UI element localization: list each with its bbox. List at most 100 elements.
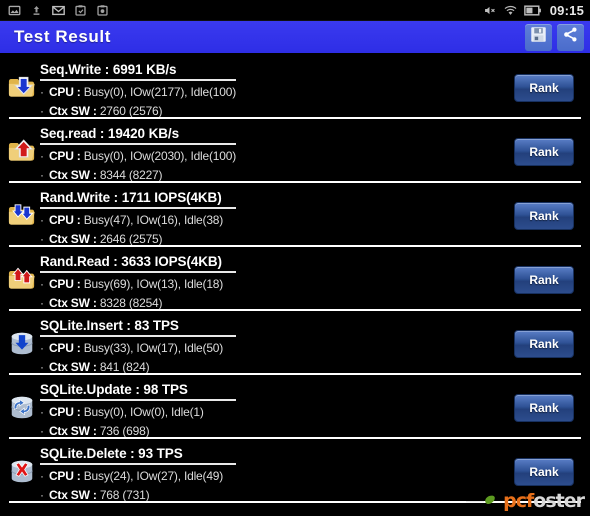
result-details: SQLite.Insert : 83 TPS · CPU : Busy(33),…	[40, 314, 498, 375]
bullet-icon: ·	[40, 341, 44, 355]
rank-button[interactable]: Rank	[514, 458, 574, 486]
bullet-icon: ·	[40, 488, 44, 502]
result-row[interactable]: SQLite.Update : 98 TPS · CPU : Busy(0), …	[0, 375, 590, 439]
result-title: Seq.Write : 6991 KB/s	[40, 62, 236, 81]
result-ctx-line: · Ctx SW : 8328 (8254)	[40, 295, 498, 311]
cpu-label: CPU :	[48, 405, 81, 419]
result-title: Seq.read : 19420 KB/s	[40, 126, 236, 145]
result-details: SQLite.Update : 98 TPS · CPU : Busy(0), …	[40, 378, 498, 439]
database-insert-icon	[0, 314, 40, 374]
result-title: Rand.Read : 3633 IOPS(4KB)	[40, 254, 236, 273]
database-update-icon	[0, 378, 40, 438]
result-cpu-line: · CPU : Busy(24), IOw(27), Idle(49)	[40, 468, 498, 484]
save-button[interactable]	[525, 23, 552, 51]
sync-app-icon	[74, 4, 87, 17]
result-title: SQLite.Delete : 93 TPS	[40, 446, 236, 465]
result-cpu-line: · CPU : Busy(33), IOw(17), Idle(50)	[40, 340, 498, 356]
cpu-label: CPU :	[48, 149, 81, 163]
result-ctx-line: · Ctx SW : 768 (731)	[40, 487, 498, 503]
result-row[interactable]: Rand.Read : 3633 IOPS(4KB) · CPU : Busy(…	[0, 247, 590, 311]
result-row[interactable]: SQLite.Delete : 93 TPS · CPU : Busy(24),…	[0, 439, 590, 503]
result-title: Rand.Write : 1711 IOPS(4KB)	[40, 190, 236, 209]
folder-read-red-icon	[0, 122, 40, 182]
rank-button[interactable]: Rank	[514, 138, 574, 166]
folder-write-blue-icon	[0, 58, 40, 118]
result-title: SQLite.Update : 98 TPS	[40, 382, 236, 401]
result-ctx-line: · Ctx SW : 736 (698)	[40, 423, 498, 439]
ctx-value: 2760 (2576)	[99, 104, 163, 118]
ctx-label: Ctx SW :	[48, 104, 97, 118]
cpu-label: CPU :	[48, 277, 81, 291]
ctx-label: Ctx SW :	[48, 168, 97, 182]
cpu-value: Busy(0), IOw(2030), Idle(100)	[83, 149, 237, 163]
bullet-icon: ·	[40, 213, 44, 227]
test-result-list: Seq.Write : 6991 KB/s · CPU : Busy(0), I…	[0, 55, 590, 516]
result-cpu-line: · CPU : Busy(0), IOw(0), Idle(1)	[40, 404, 498, 420]
ctx-value: 736 (698)	[99, 424, 150, 438]
result-ctx-line: · Ctx SW : 2760 (2576)	[40, 103, 498, 119]
camera-app-icon	[96, 4, 109, 17]
cpu-label: CPU :	[48, 469, 81, 483]
result-row[interactable]: SQLite.Insert : 83 TPS · CPU : Busy(33),…	[0, 311, 590, 375]
result-ctx-line: · Ctx SW : 841 (824)	[40, 359, 498, 375]
battery-icon	[523, 4, 542, 17]
app-title-bar: Test Result	[0, 21, 590, 55]
result-cpu-line: · CPU : Busy(0), IOw(2030), Idle(100)	[40, 148, 498, 164]
result-details: Seq.Write : 6991 KB/s · CPU : Busy(0), I…	[40, 58, 498, 119]
bullet-icon: ·	[40, 469, 44, 483]
result-details: Rand.Read : 3633 IOPS(4KB) · CPU : Busy(…	[40, 250, 498, 311]
bullet-icon: ·	[40, 424, 44, 438]
wifi-icon	[504, 4, 517, 17]
ctx-label: Ctx SW :	[48, 488, 97, 502]
rank-button[interactable]: Rank	[514, 330, 574, 358]
rank-button[interactable]: Rank	[514, 202, 574, 230]
result-action: Rank	[498, 378, 590, 438]
rank-button[interactable]: Rank	[514, 74, 574, 102]
result-action: Rank	[498, 250, 590, 310]
bullet-icon: ·	[40, 277, 44, 291]
ctx-value: 841 (824)	[99, 360, 150, 374]
result-cpu-line: · CPU : Busy(69), IOw(13), Idle(18)	[40, 276, 498, 292]
result-action: Rank	[498, 314, 590, 374]
result-ctx-line: · Ctx SW : 2646 (2575)	[40, 231, 498, 247]
folder-random-write-blue-icon	[0, 186, 40, 246]
result-action: Rank	[498, 58, 590, 118]
cpu-label: CPU :	[48, 213, 81, 227]
bullet-icon: ·	[40, 232, 44, 246]
cpu-label: CPU :	[48, 85, 81, 99]
cpu-label: CPU :	[48, 341, 81, 355]
android-status-bar: 09:15	[0, 0, 590, 21]
result-details: Rand.Write : 1711 IOPS(4KB) · CPU : Busy…	[40, 186, 498, 247]
cpu-value: Busy(33), IOw(17), Idle(50)	[83, 341, 224, 355]
result-row[interactable]: Seq.Write : 6991 KB/s · CPU : Busy(0), I…	[0, 55, 590, 119]
cpu-value: Busy(69), IOw(13), Idle(18)	[83, 277, 224, 291]
rank-button[interactable]: Rank	[514, 266, 574, 294]
database-delete-icon	[0, 442, 40, 502]
ctx-value: 2646 (2575)	[99, 232, 163, 246]
upload-icon	[30, 4, 43, 17]
bullet-icon: ·	[40, 104, 44, 118]
status-bar-system: 09:15	[484, 3, 584, 18]
result-ctx-line: · Ctx SW : 8344 (8227)	[40, 167, 498, 183]
cpu-value: Busy(0), IOw(2177), Idle(100)	[83, 85, 237, 99]
result-row[interactable]: Seq.read : 19420 KB/s · CPU : Busy(0), I…	[0, 119, 590, 183]
save-icon	[530, 26, 547, 48]
cpu-value: Busy(47), IOw(16), Idle(38)	[83, 213, 224, 227]
result-action: Rank	[498, 442, 590, 502]
gallery-icon	[8, 4, 21, 17]
ctx-label: Ctx SW :	[48, 232, 97, 246]
share-icon	[562, 26, 579, 48]
cpu-value: Busy(0), IOw(0), Idle(1)	[83, 405, 204, 419]
result-action: Rank	[498, 122, 590, 182]
result-cpu-line: · CPU : Busy(0), IOw(2177), Idle(100)	[40, 84, 498, 100]
ctx-label: Ctx SW :	[48, 296, 97, 310]
result-row[interactable]: Rand.Write : 1711 IOPS(4KB) · CPU : Busy…	[0, 183, 590, 247]
ctx-value: 768 (731)	[99, 488, 150, 502]
ctx-value: 8328 (8254)	[99, 296, 163, 310]
result-details: SQLite.Delete : 93 TPS · CPU : Busy(24),…	[40, 442, 498, 503]
title-bar-actions	[525, 23, 584, 51]
bullet-icon: ·	[40, 405, 44, 419]
status-bar-notifications	[8, 4, 484, 17]
share-button[interactable]	[557, 23, 584, 51]
rank-button[interactable]: Rank	[514, 394, 574, 422]
